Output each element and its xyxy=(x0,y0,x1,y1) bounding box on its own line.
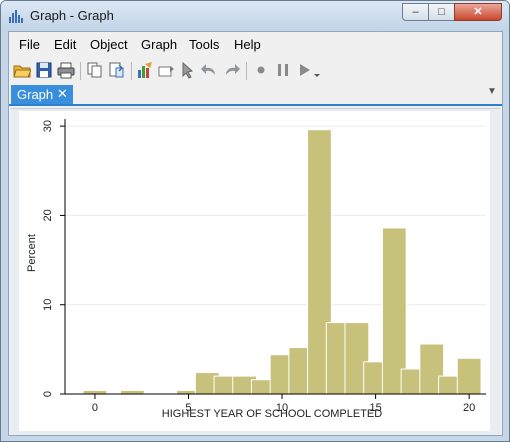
window-title: Graph - Graph xyxy=(30,8,114,23)
menu-bar: File Edit Object Graph Tools Help xyxy=(9,32,502,56)
x-tick-label: 20 xyxy=(463,402,475,414)
menu-graph[interactable]: Graph xyxy=(141,37,177,52)
histogram-chart: 0102030 0 5 10 15 20 Percent HIGHEST YEAR OF… xyxy=(26,119,486,420)
paste-icon[interactable] xyxy=(108,61,126,79)
graph-editor-icon[interactable] xyxy=(136,61,154,79)
y-tick-label: 30 xyxy=(42,120,54,132)
toolbar xyxy=(9,58,502,84)
tab-bar: Graph ✕ ▼ xyxy=(9,84,502,106)
graph-app-icon xyxy=(9,10,23,23)
save-icon[interactable] xyxy=(35,61,53,79)
maximize-button[interactable]: □ xyxy=(428,3,455,21)
menu-edit[interactable]: Edit xyxy=(54,37,76,52)
menu-file[interactable]: File xyxy=(19,37,40,52)
copy-icon[interactable] xyxy=(86,61,104,79)
redo-icon[interactable] xyxy=(223,61,241,79)
record-icon[interactable] xyxy=(252,61,270,79)
bars xyxy=(82,129,482,395)
graph-window: Graph - Graph – □ ✕ File Edit Object Gra… xyxy=(0,0,510,442)
pause-icon[interactable] xyxy=(274,61,292,79)
y-axis-label: Percent xyxy=(26,234,38,272)
x-tick-label: 0 xyxy=(92,402,98,414)
y-tick-label: 0 xyxy=(42,391,54,397)
open-icon[interactable] xyxy=(13,61,31,79)
histogram-bar xyxy=(119,389,145,395)
minimize-button[interactable]: – xyxy=(402,3,429,21)
y-tick-label: 10 xyxy=(42,299,54,311)
x-axis-label: HIGHEST YEAR OF SCHOOL COMPLETED xyxy=(162,408,383,420)
menu-object[interactable]: Object xyxy=(90,37,128,52)
toolbar-separator xyxy=(131,62,132,80)
tab-label: Graph xyxy=(17,87,54,102)
histogram-bar xyxy=(456,357,482,395)
tab-graph[interactable]: Graph ✕ xyxy=(11,85,73,104)
toolbar-separator xyxy=(80,62,81,80)
print-icon[interactable] xyxy=(57,61,75,79)
rename-icon[interactable] xyxy=(158,61,176,79)
title-bar[interactable]: Graph - Graph – □ ✕ xyxy=(1,1,509,31)
y-tick-label: 20 xyxy=(42,209,54,221)
graph-canvas: 0 10 20 30 0 5 10 15 20 Percent HIGHEST YEAR OF… xyxy=(19,111,490,431)
grid-lines xyxy=(65,125,486,306)
close-button[interactable]: ✕ xyxy=(454,3,502,21)
chevron-down-icon[interactable] xyxy=(312,61,322,79)
pointer-icon[interactable] xyxy=(179,61,197,79)
window-content: File Edit Object Graph Tools Help Graph … xyxy=(8,31,503,436)
graph-area: 0 10 20 30 0 5 10 15 20 Percent HIGHEST YEAR OF… xyxy=(11,108,500,435)
y-ticks: 0 10 20 30 xyxy=(42,120,65,397)
menu-tools[interactable]: Tools xyxy=(189,37,219,52)
undo-icon[interactable] xyxy=(200,61,218,79)
menu-help[interactable]: Help xyxy=(234,37,261,52)
tab-close-icon[interactable]: ✕ xyxy=(57,86,68,102)
tab-dropdown-icon[interactable]: ▼ xyxy=(487,86,497,97)
toolbar-separator xyxy=(246,62,247,80)
histogram-bar xyxy=(82,389,108,395)
